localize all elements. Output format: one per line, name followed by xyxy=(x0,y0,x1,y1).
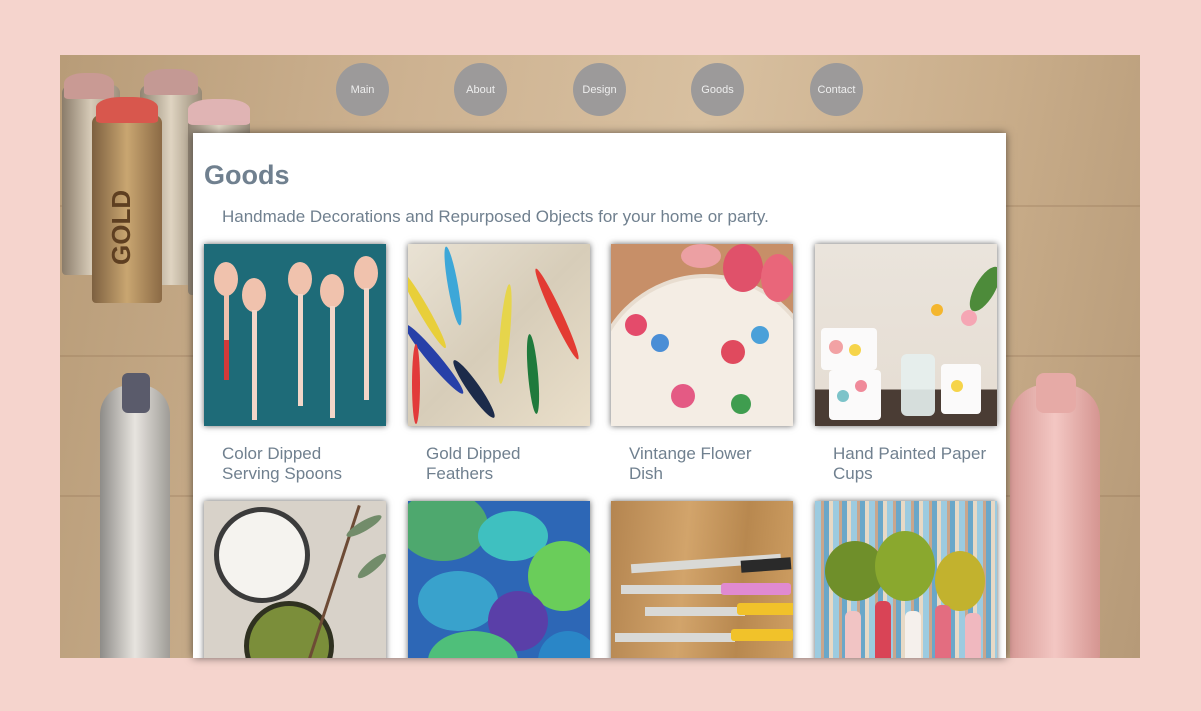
silver-bottle-neck xyxy=(122,373,150,413)
product-image-spoons[interactable] xyxy=(204,244,386,426)
nav-design-button[interactable]: Design xyxy=(573,63,626,116)
page-title: Goods xyxy=(204,160,290,190)
nav-about-button[interactable]: About xyxy=(454,63,507,116)
pink-bottle xyxy=(1010,385,1100,658)
product-image-feathers[interactable] xyxy=(408,244,590,426)
nav-main-button[interactable]: Main xyxy=(336,63,389,116)
main-nav: Main About Design Goods Contact xyxy=(0,63,1201,116)
product-image-enamel-plates[interactable] xyxy=(204,501,386,658)
product-caption[interactable]: Color Dipped Serving Spoons xyxy=(222,444,382,484)
product-image-bottle-vases[interactable] xyxy=(815,501,997,658)
product-image-paper-cups[interactable] xyxy=(815,244,997,426)
silver-bottle xyxy=(100,385,170,658)
product-image-patterned-napkins[interactable] xyxy=(408,501,590,658)
pink-bottle-neck xyxy=(1036,373,1076,413)
product-image-knives[interactable] xyxy=(611,501,793,658)
product-caption[interactable]: Gold Dipped Feathers xyxy=(426,444,586,484)
page-subtitle: Handmade Decorations and Repurposed Obje… xyxy=(222,207,769,226)
goods-panel: Goods Handmade Decorations and Repurpose… xyxy=(193,133,1006,658)
can-brand-label: GOLD xyxy=(106,189,136,265)
spray-can: GOLD xyxy=(92,115,162,303)
nav-goods-button[interactable]: Goods xyxy=(691,63,744,116)
product-caption[interactable]: Vintange Flower Dish xyxy=(629,444,789,484)
product-image-flower-dish[interactable] xyxy=(611,244,793,426)
product-caption[interactable]: Hand Painted Paper Cups xyxy=(833,444,993,484)
nav-contact-button[interactable]: Contact xyxy=(810,63,863,116)
